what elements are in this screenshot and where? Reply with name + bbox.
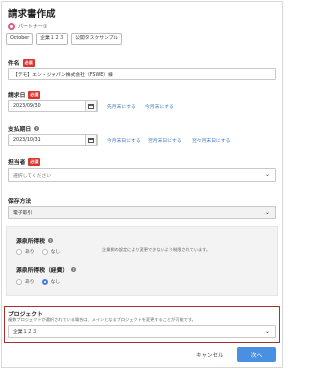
this-month-end-link[interactable]: 今月末日にする [107,137,141,144]
subject-input[interactable]: 【デモ】エン・ジャパン株式会社（FSWE）様 [8,68,276,80]
subject-label-row: 件名 必須 [8,58,35,67]
invoice-date-value: 2023/09/30 [13,103,41,109]
withholding-expense-label-row: 源泉所得税（経費） ? [16,265,77,274]
next-month-end-link[interactable]: 翌月末日にする [148,137,182,144]
calendar-icon [88,103,94,109]
required-badge: 必須 [28,90,41,99]
storage-value: 電子取引 [13,211,33,216]
withholding-expense-options: あり なし [16,278,60,285]
radio-no-selected[interactable] [41,278,48,285]
help-icon[interactable]: ? [48,238,53,243]
month-after-next-end-link[interactable]: 翌々月末日にする [192,137,230,144]
option-no-label: なし [50,250,61,255]
option-no-label: なし [50,280,61,285]
partner-radio-icon[interactable] [8,23,15,30]
prev-month-end-link[interactable]: 先月末にする [107,103,136,110]
option-yes-label: あり [25,250,35,255]
withholding-label-row: 源泉所得税 ? [16,236,53,245]
partner-row: パートナー① [8,23,47,30]
help-icon[interactable]: ? [71,267,77,272]
storage-select[interactable]: 電子取引 ⌄ [8,206,276,219]
chevron-down-icon: ⌄ [264,171,270,178]
withholding-label: 源泉所得税 [16,239,45,245]
invoice-date-input[interactable]: 2023/09/30 [8,100,98,112]
subject-label: 件名 [8,61,20,67]
option-yes-label: あり [25,280,35,285]
due-date-label-row: 支払期日 ? [8,124,40,133]
required-badge: 必須 [22,58,35,67]
invoice-date-label-row: 請求日 必須 [8,90,41,99]
assignee-label-row: 担当者 必須 [8,157,41,166]
assignee-label: 担当者 [8,160,26,166]
page-title: 請求書作成 [8,9,56,20]
calendar-button[interactable] [85,134,97,146]
due-date-label: 支払期日 [8,127,32,133]
project-select[interactable]: 企業１２３ ⌄ [8,325,276,338]
required-badge: 必須 [28,157,41,166]
project-note: 複数プロジェクトが選択されている場合は、メインとなるプロジェクトを変更することが… [8,317,196,322]
radio-no[interactable] [41,248,48,255]
withholding-note: 企業側の設定により変更できないよう制限されています。 [102,247,211,252]
chevron-down-icon: ⌄ [264,328,270,335]
partner-label: パートナー① [18,24,48,30]
withholding-expense-label: 源泉所得税（経費） [16,268,69,274]
help-icon[interactable]: ? [34,126,40,131]
subject-value: 【デモ】エン・ジャパン株式会社（FSWE）様 [13,72,113,78]
invoice-date-label: 請求日 [8,93,26,99]
storage-label-row: 保存方法 [8,196,31,205]
cancel-button[interactable]: キャンセル [196,351,224,359]
due-date-input[interactable]: 2023/10/31 [8,134,98,146]
calendar-icon [88,137,94,143]
assignee-placeholder: 選択してください [13,173,52,179]
due-date-value: 2023/10/31 [13,137,41,143]
chevron-down-icon: ⌄ [264,209,270,216]
assignee-select[interactable]: 選択してください ⌄ [8,168,276,182]
partner-tags: October 企業１２３ 公開タスクサンプル [6,33,123,45]
withholding-options: あり なし [16,248,60,255]
project-value: 企業１２３ [13,330,37,335]
calendar-button[interactable] [85,100,97,112]
radio-yes[interactable] [16,278,22,285]
tag-chip: 公開タスクサンプル [71,33,123,45]
storage-label: 保存方法 [8,199,32,205]
radio-yes[interactable] [16,248,22,255]
tag-chip: October [6,33,34,45]
next-button[interactable]: 次へ [237,347,276,362]
this-month-end-link[interactable]: 今月末にする [145,103,174,110]
tag-chip: 企業１２３ [36,33,69,45]
